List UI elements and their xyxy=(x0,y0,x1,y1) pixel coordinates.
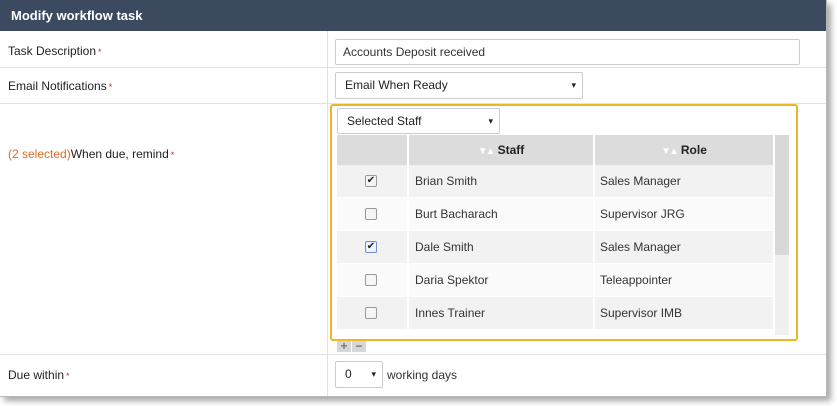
task-description-label: Task Description * xyxy=(8,44,102,58)
due-within-label-cell: Due within * xyxy=(0,355,327,396)
required-marker: * xyxy=(98,46,102,57)
email-notifications-label: Email Notifications * xyxy=(8,79,112,93)
dialog-titlebar: Modify workflow task xyxy=(0,0,826,31)
modify-workflow-task-dialog: Modify workflow task Task Description * A… xyxy=(0,0,827,397)
reminder-label-text: When due, remind xyxy=(70,147,169,161)
required-marker: * xyxy=(66,370,70,381)
add-icon[interactable]: + xyxy=(337,340,351,352)
due-within-label-text: Due within xyxy=(8,368,65,382)
highlight-box xyxy=(330,104,798,341)
due-within-unit: working days xyxy=(387,368,458,382)
email-notifications-select[interactable]: Email When Ready ▾ xyxy=(335,72,583,99)
email-notifications-value: Email When Ready xyxy=(345,78,448,92)
chevron-down-icon: ▾ xyxy=(371,369,376,379)
task-description-label-text: Task Description xyxy=(8,44,97,58)
chevron-down-icon: ▾ xyxy=(571,80,576,90)
email-notifications-label-text: Email Notifications xyxy=(8,79,107,93)
selected-count: (2 selected) xyxy=(8,147,71,161)
required-marker: * xyxy=(170,149,175,160)
dialog-title: Modify workflow task xyxy=(11,8,143,23)
required-marker: * xyxy=(108,81,113,92)
task-description-label-cell: Task Description * xyxy=(0,31,327,67)
reminder-label-cell: (2 selected)When due, remind * xyxy=(0,104,327,354)
remove-icon[interactable]: − xyxy=(352,340,366,352)
task-description-input[interactable]: Accounts Deposit received xyxy=(335,39,800,65)
due-within-select[interactable]: 0 ▾ xyxy=(335,361,383,388)
email-notifications-label-cell: Email Notifications * xyxy=(0,68,327,103)
due-within-label: Due within * xyxy=(8,368,70,382)
due-within-value: 0 xyxy=(345,367,352,381)
reminder-label: (2 selected)When due, remind * xyxy=(8,147,174,161)
